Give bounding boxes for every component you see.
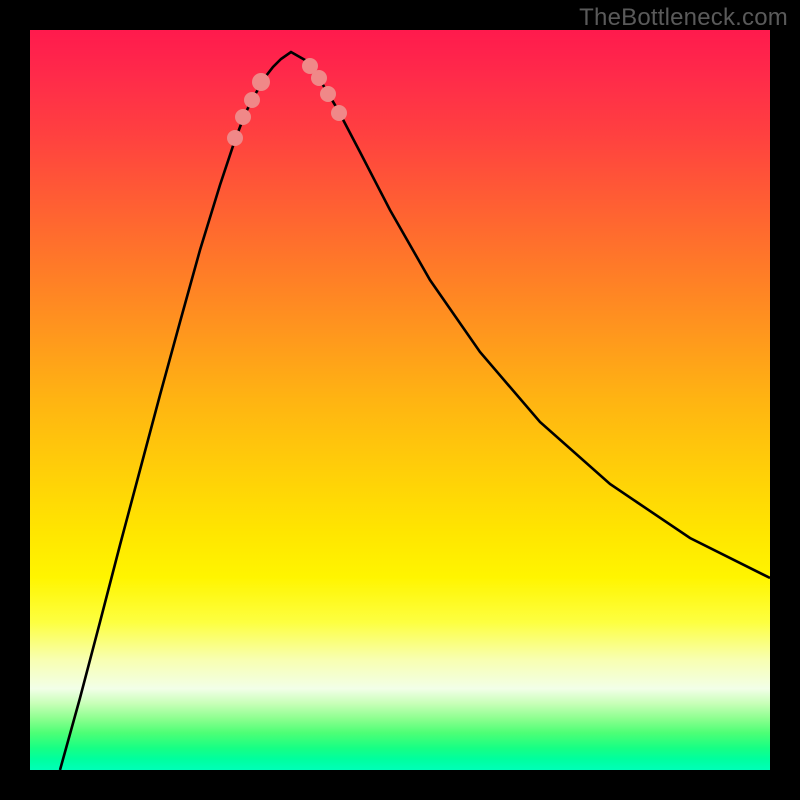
chart-frame: TheBottleneck.com bbox=[0, 0, 800, 800]
marker-dot bbox=[227, 130, 243, 146]
marker-dot bbox=[311, 70, 327, 86]
chart-svg bbox=[30, 30, 770, 770]
watermark-text: TheBottleneck.com bbox=[579, 4, 788, 32]
marker-dot bbox=[320, 86, 336, 102]
marker-dot bbox=[235, 109, 251, 125]
marker-dot bbox=[331, 105, 347, 121]
plot-area bbox=[30, 30, 770, 770]
marker-dot bbox=[244, 92, 260, 108]
bottleneck-curve bbox=[60, 52, 770, 770]
marker-layer bbox=[227, 54, 347, 146]
marker-dot bbox=[252, 73, 270, 91]
